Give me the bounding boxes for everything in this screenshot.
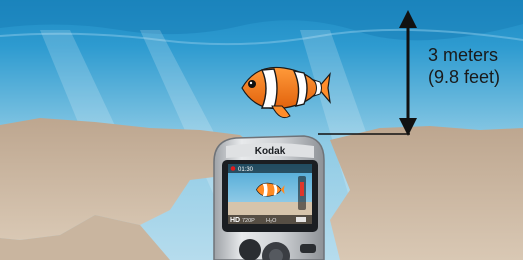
underwater-illustration: Kodak 01:30 HD 720P H₂O <box>0 0 523 260</box>
depth-feet: (9.8 feet) <box>428 67 501 87</box>
camera-timer: 01:30 <box>238 167 254 173</box>
camera-brand: Kodak <box>255 146 286 157</box>
depth-label: 3 meters (9.8 feet) <box>428 44 523 88</box>
battery-icon <box>296 217 306 222</box>
camera-hd-label: HD <box>230 217 240 224</box>
sand-right <box>330 126 523 260</box>
depth-meters: 3 meters <box>428 45 499 65</box>
record-indicator-icon <box>230 166 236 171</box>
underwater-scene: Kodak 01:30 HD 720P H₂O 3 meters (9.8 fe… <box>0 0 523 260</box>
camera-resolution: 720P <box>242 218 255 224</box>
camera-mode: H₂O <box>266 218 277 224</box>
